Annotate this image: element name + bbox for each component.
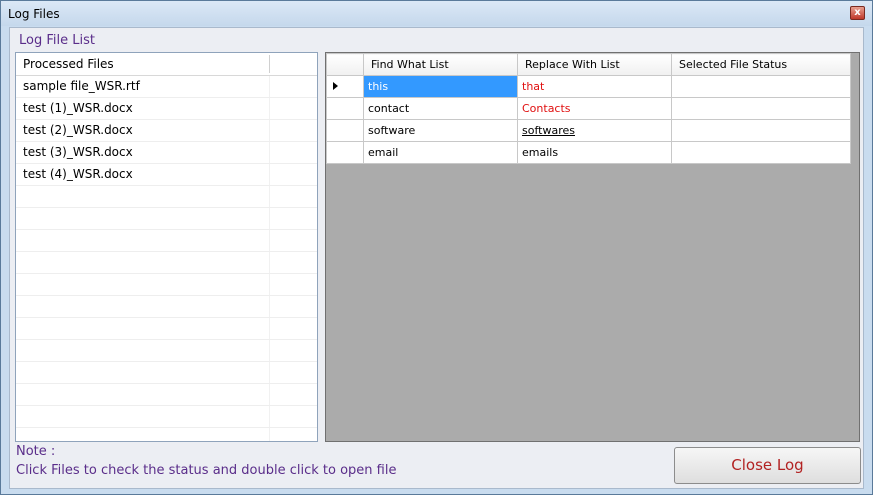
empty-row xyxy=(16,296,317,318)
row-selector[interactable] xyxy=(326,97,364,120)
column-divider xyxy=(269,274,270,295)
note-label: Note : xyxy=(16,444,56,459)
column-divider xyxy=(269,76,270,97)
column-header-find[interactable]: Find What List xyxy=(363,53,518,76)
table-header-row: Find What List Replace With List Selecte… xyxy=(326,53,851,76)
empty-row xyxy=(16,230,317,252)
replace-cell[interactable]: that xyxy=(517,75,672,98)
empty-row xyxy=(16,406,317,428)
close-log-button[interactable]: Close Log xyxy=(674,447,861,484)
find-cell[interactable]: software xyxy=(363,119,518,142)
row-selector[interactable] xyxy=(326,75,364,98)
status-cell[interactable] xyxy=(671,119,851,142)
empty-row xyxy=(16,428,317,441)
processed-files-rows: sample file_WSR.rtf test (1)_WSR.docx te… xyxy=(16,76,317,441)
column-divider xyxy=(269,142,270,163)
column-divider xyxy=(269,406,270,427)
list-item[interactable]: sample file_WSR.rtf xyxy=(16,76,317,98)
file-name: test (2)_WSR.docx xyxy=(23,123,133,137)
empty-row xyxy=(16,384,317,406)
processed-files-header-label: Processed Files xyxy=(23,57,114,71)
file-name: sample file_WSR.rtf xyxy=(23,79,140,93)
group-title: Log File List xyxy=(19,33,95,48)
column-divider xyxy=(269,230,270,251)
table-row[interactable]: email emails xyxy=(326,141,851,164)
empty-row xyxy=(16,274,317,296)
list-item[interactable]: test (2)_WSR.docx xyxy=(16,120,317,142)
row-selector[interactable] xyxy=(326,119,364,142)
list-item[interactable]: test (4)_WSR.docx xyxy=(16,164,317,186)
replace-cell[interactable]: emails xyxy=(517,141,672,164)
note-text: Click Files to check the status and doub… xyxy=(16,463,397,478)
processed-files-list[interactable]: Processed Files sample file_WSR.rtf test… xyxy=(15,52,318,442)
status-cell[interactable] xyxy=(671,97,851,120)
processed-files-header[interactable]: Processed Files xyxy=(16,53,317,76)
empty-row xyxy=(16,252,317,274)
log-files-window: Log Files x Log File List Processed File… xyxy=(0,0,873,495)
current-row-arrow-icon xyxy=(333,82,338,90)
find-cell[interactable]: email xyxy=(363,141,518,164)
empty-row xyxy=(16,208,317,230)
column-divider xyxy=(269,362,270,383)
status-cell[interactable] xyxy=(671,75,851,98)
column-divider xyxy=(269,296,270,317)
list-item[interactable]: test (1)_WSR.docx xyxy=(16,98,317,120)
column-divider xyxy=(269,384,270,405)
empty-row xyxy=(16,186,317,208)
window-title: Log Files xyxy=(8,7,60,21)
file-name: test (3)_WSR.docx xyxy=(23,145,133,159)
log-file-list-group: Log File List Processed Files sample fil… xyxy=(9,27,864,489)
file-name: test (1)_WSR.docx xyxy=(23,101,133,115)
column-divider xyxy=(269,186,270,207)
find-cell[interactable]: contact xyxy=(363,97,518,120)
replace-cell[interactable]: Contacts xyxy=(517,97,672,120)
table-row[interactable]: this that xyxy=(326,75,851,98)
column-divider xyxy=(269,120,270,141)
status-cell[interactable] xyxy=(671,141,851,164)
column-divider xyxy=(269,318,270,339)
replace-table: Find What List Replace With List Selecte… xyxy=(326,53,851,164)
replace-grid[interactable]: Find What List Replace With List Selecte… xyxy=(325,52,860,442)
column-header-status[interactable]: Selected File Status xyxy=(671,53,851,76)
empty-row xyxy=(16,318,317,340)
title-bar[interactable]: Log Files x xyxy=(1,1,872,26)
row-selector[interactable] xyxy=(326,141,364,164)
column-divider xyxy=(269,98,270,119)
file-name: test (4)_WSR.docx xyxy=(23,167,133,181)
column-divider xyxy=(269,164,270,185)
empty-row xyxy=(16,362,317,384)
list-item[interactable]: test (3)_WSR.docx xyxy=(16,142,317,164)
column-divider xyxy=(269,55,270,73)
table-row[interactable]: contact Contacts xyxy=(326,97,851,120)
column-header-replace[interactable]: Replace With List xyxy=(517,53,672,76)
replace-cell[interactable]: softwares xyxy=(517,119,672,142)
column-divider xyxy=(269,428,270,441)
empty-row xyxy=(16,340,317,362)
column-divider xyxy=(269,252,270,273)
table-row[interactable]: software softwares xyxy=(326,119,851,142)
close-icon[interactable]: x xyxy=(850,6,865,20)
find-cell[interactable]: this xyxy=(363,75,518,98)
column-divider xyxy=(269,208,270,229)
row-header-corner xyxy=(326,53,364,76)
column-divider xyxy=(269,340,270,361)
